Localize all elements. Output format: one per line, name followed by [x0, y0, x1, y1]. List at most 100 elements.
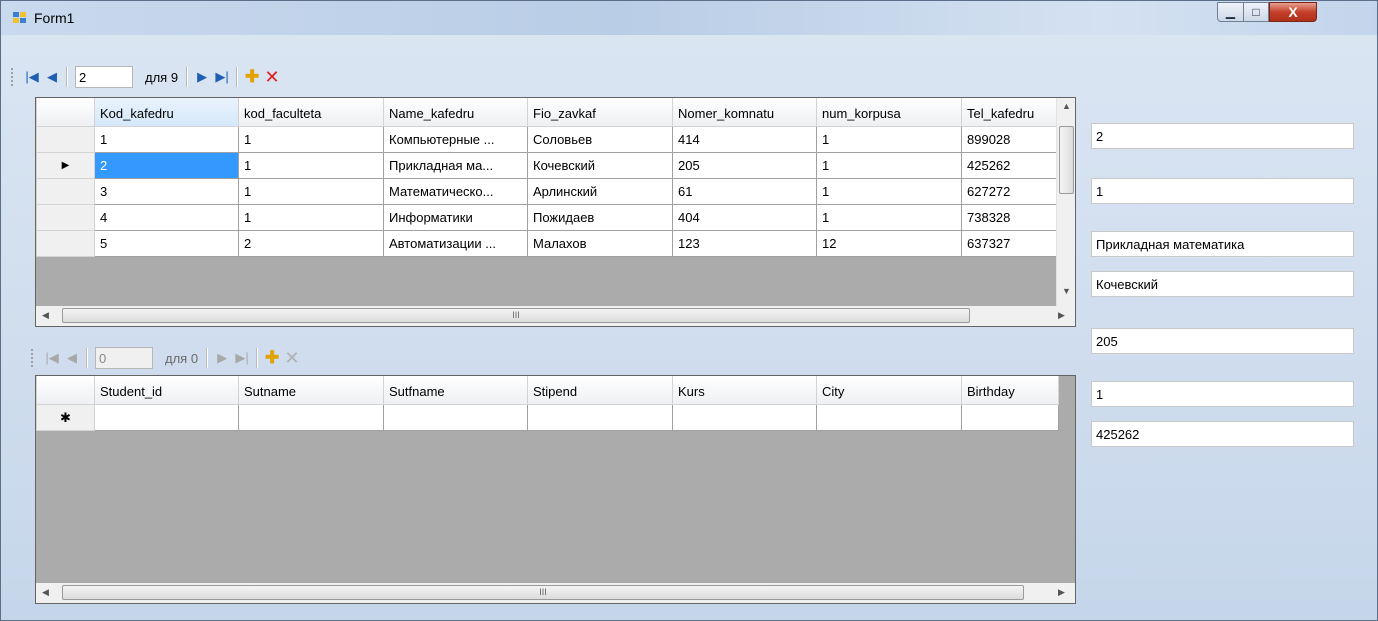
kod-kafedru-textbox[interactable] — [1091, 123, 1354, 149]
grid-cell[interactable] — [94, 404, 239, 431]
grid-cell[interactable] — [527, 404, 673, 431]
column-header[interactable]: Sutname — [238, 376, 384, 405]
grid-cell[interactable]: 2 — [238, 230, 384, 257]
column-header[interactable]: Sutfname — [383, 376, 528, 405]
scroll-left-arrow-icon[interactable]: ◀ — [42, 587, 49, 598]
column-header[interactable]: kod_faculteta — [238, 98, 384, 127]
scroll-right-arrow-icon[interactable]: ▶ — [1058, 310, 1065, 321]
column-header[interactable]: City — [816, 376, 962, 405]
grid-cell[interactable]: 3 — [94, 178, 239, 205]
scroll-down-arrow-icon[interactable]: ▼ — [1062, 286, 1071, 296]
grid-cell[interactable]: 205 — [672, 152, 817, 179]
grid-cell[interactable]: 404 — [672, 204, 817, 231]
row-header-corner[interactable] — [36, 376, 95, 405]
table-row[interactable]: 5 2 Автоматизации ... Малахов 123 12 637… — [36, 230, 1059, 257]
grid-cell[interactable]: 425262 — [961, 152, 1059, 179]
grid-cell[interactable]: Соловьев — [527, 126, 673, 153]
grid-cell[interactable]: 1 — [238, 126, 384, 153]
toolbar-grip[interactable] — [11, 68, 16, 86]
grid-cell[interactable]: 123 — [672, 230, 817, 257]
scroll-thumb[interactable] — [1059, 126, 1074, 194]
column-header[interactable]: num_korpusa — [816, 98, 962, 127]
grid-cell[interactable] — [816, 404, 962, 431]
grid-cell[interactable]: Пожидаев — [527, 204, 673, 231]
table-row[interactable]: 3 1 Математическо... Арлинский 61 1 6272… — [36, 178, 1059, 205]
grid-cell[interactable]: Малахов — [527, 230, 673, 257]
grid-cell-selected[interactable]: 2 — [94, 152, 239, 179]
grid-cell[interactable]: 1 — [94, 126, 239, 153]
grid-cell[interactable]: 414 — [672, 126, 817, 153]
grid-cell[interactable]: 4 — [94, 204, 239, 231]
first-record-icon[interactable]: |◀ — [42, 348, 62, 368]
grid-cell[interactable]: 61 — [672, 178, 817, 205]
vertical-scrollbar[interactable]: ▲ ▼ — [1056, 98, 1075, 306]
grid-cell[interactable] — [383, 404, 528, 431]
delete-record-icon[interactable]: ✕ — [262, 67, 282, 87]
grid-cell[interactable]: 637327 — [961, 230, 1059, 257]
name-kafedru-textbox[interactable] — [1091, 231, 1354, 257]
grid-cell[interactable] — [672, 404, 817, 431]
num-korpusa-textbox[interactable] — [1091, 381, 1354, 407]
maximize-button[interactable]: □ — [1243, 2, 1269, 22]
row-header[interactable] — [36, 204, 95, 231]
scroll-left-arrow-icon[interactable]: ◀ — [42, 310, 49, 321]
row-header-corner[interactable] — [36, 98, 95, 127]
grid-cell[interactable]: Кочевский — [527, 152, 673, 179]
row-header[interactable] — [36, 230, 95, 257]
column-header[interactable]: Birthday — [961, 376, 1059, 405]
title-bar[interactable]: Form1 ▁ □ X — [1, 1, 1377, 35]
grid-cell[interactable]: Информатики — [383, 204, 528, 231]
grid-cell[interactable]: 1 — [816, 178, 962, 205]
horizontal-scrollbar[interactable]: ◀ III ▶ — [36, 583, 1075, 603]
minimize-button[interactable]: ▁ — [1217, 2, 1244, 22]
column-header[interactable]: Name_kafedru — [383, 98, 528, 127]
column-header[interactable]: Kod_kafedru — [94, 98, 239, 127]
table-row[interactable]: 1 1 Компьютерные ... Соловьев 414 1 8990… — [36, 126, 1059, 153]
row-header[interactable] — [36, 126, 95, 153]
column-header[interactable]: Student_id — [94, 376, 239, 405]
grid-cell[interactable]: 12 — [816, 230, 962, 257]
grid-cell[interactable]: 738328 — [961, 204, 1059, 231]
scroll-thumb[interactable]: III — [62, 585, 1024, 600]
nomer-komnatu-textbox[interactable] — [1091, 328, 1354, 354]
new-row[interactable]: ✱ — [36, 404, 1059, 431]
next-record-icon[interactable]: ▶ — [192, 67, 212, 87]
column-header[interactable]: Kurs — [672, 376, 817, 405]
grid-cell[interactable] — [238, 404, 384, 431]
grid-cell[interactable]: Прикладная ма... — [383, 152, 528, 179]
row-header[interactable] — [36, 178, 95, 205]
first-record-icon[interactable]: |◀ — [22, 67, 42, 87]
current-row-indicator-icon[interactable]: ▶ — [36, 152, 95, 179]
table-row[interactable]: ▶ 2 1 Прикладная ма... Кочевский 205 1 4… — [36, 152, 1059, 179]
column-header[interactable]: Nomer_komnatu — [672, 98, 817, 127]
new-row-asterisk-icon[interactable]: ✱ — [36, 404, 95, 431]
grid-cell[interactable]: Автоматизации ... — [383, 230, 528, 257]
grid-cell[interactable]: 1 — [816, 126, 962, 153]
scroll-up-arrow-icon[interactable]: ▲ — [1062, 101, 1071, 111]
grid-cell[interactable]: Арлинский — [527, 178, 673, 205]
grid-cell[interactable]: 5 — [94, 230, 239, 257]
horizontal-scrollbar[interactable]: ◀ III ▶ — [36, 306, 1075, 326]
delete-record-icon[interactable]: ✕ — [282, 348, 302, 368]
position-input[interactable] — [95, 347, 153, 369]
grid-cell[interactable]: 627272 — [961, 178, 1059, 205]
grid-cell[interactable] — [961, 404, 1059, 431]
add-record-icon[interactable]: ✚ — [262, 348, 282, 368]
table-row[interactable]: 4 1 Информатики Пожидаев 404 1 738328 — [36, 204, 1059, 231]
position-input[interactable] — [75, 66, 133, 88]
grid-cell[interactable]: Математическо... — [383, 178, 528, 205]
grid-cell[interactable]: 1 — [238, 152, 384, 179]
kod-faculteta-textbox[interactable] — [1091, 178, 1354, 204]
grid-cell[interactable]: 1 — [238, 204, 384, 231]
prev-record-icon[interactable]: ◀ — [62, 348, 82, 368]
grid-cell[interactable]: Компьютерные ... — [383, 126, 528, 153]
column-header[interactable]: Fio_zavkaf — [527, 98, 673, 127]
scroll-right-arrow-icon[interactable]: ▶ — [1058, 587, 1065, 598]
fio-zavkaf-textbox[interactable] — [1091, 271, 1354, 297]
scroll-thumb[interactable]: III — [62, 308, 970, 323]
close-button[interactable]: X — [1269, 2, 1317, 22]
grid-cell[interactable]: 1 — [816, 152, 962, 179]
grid-cell[interactable]: 1 — [238, 178, 384, 205]
last-record-icon[interactable]: ▶| — [232, 348, 252, 368]
add-record-icon[interactable]: ✚ — [242, 67, 262, 87]
